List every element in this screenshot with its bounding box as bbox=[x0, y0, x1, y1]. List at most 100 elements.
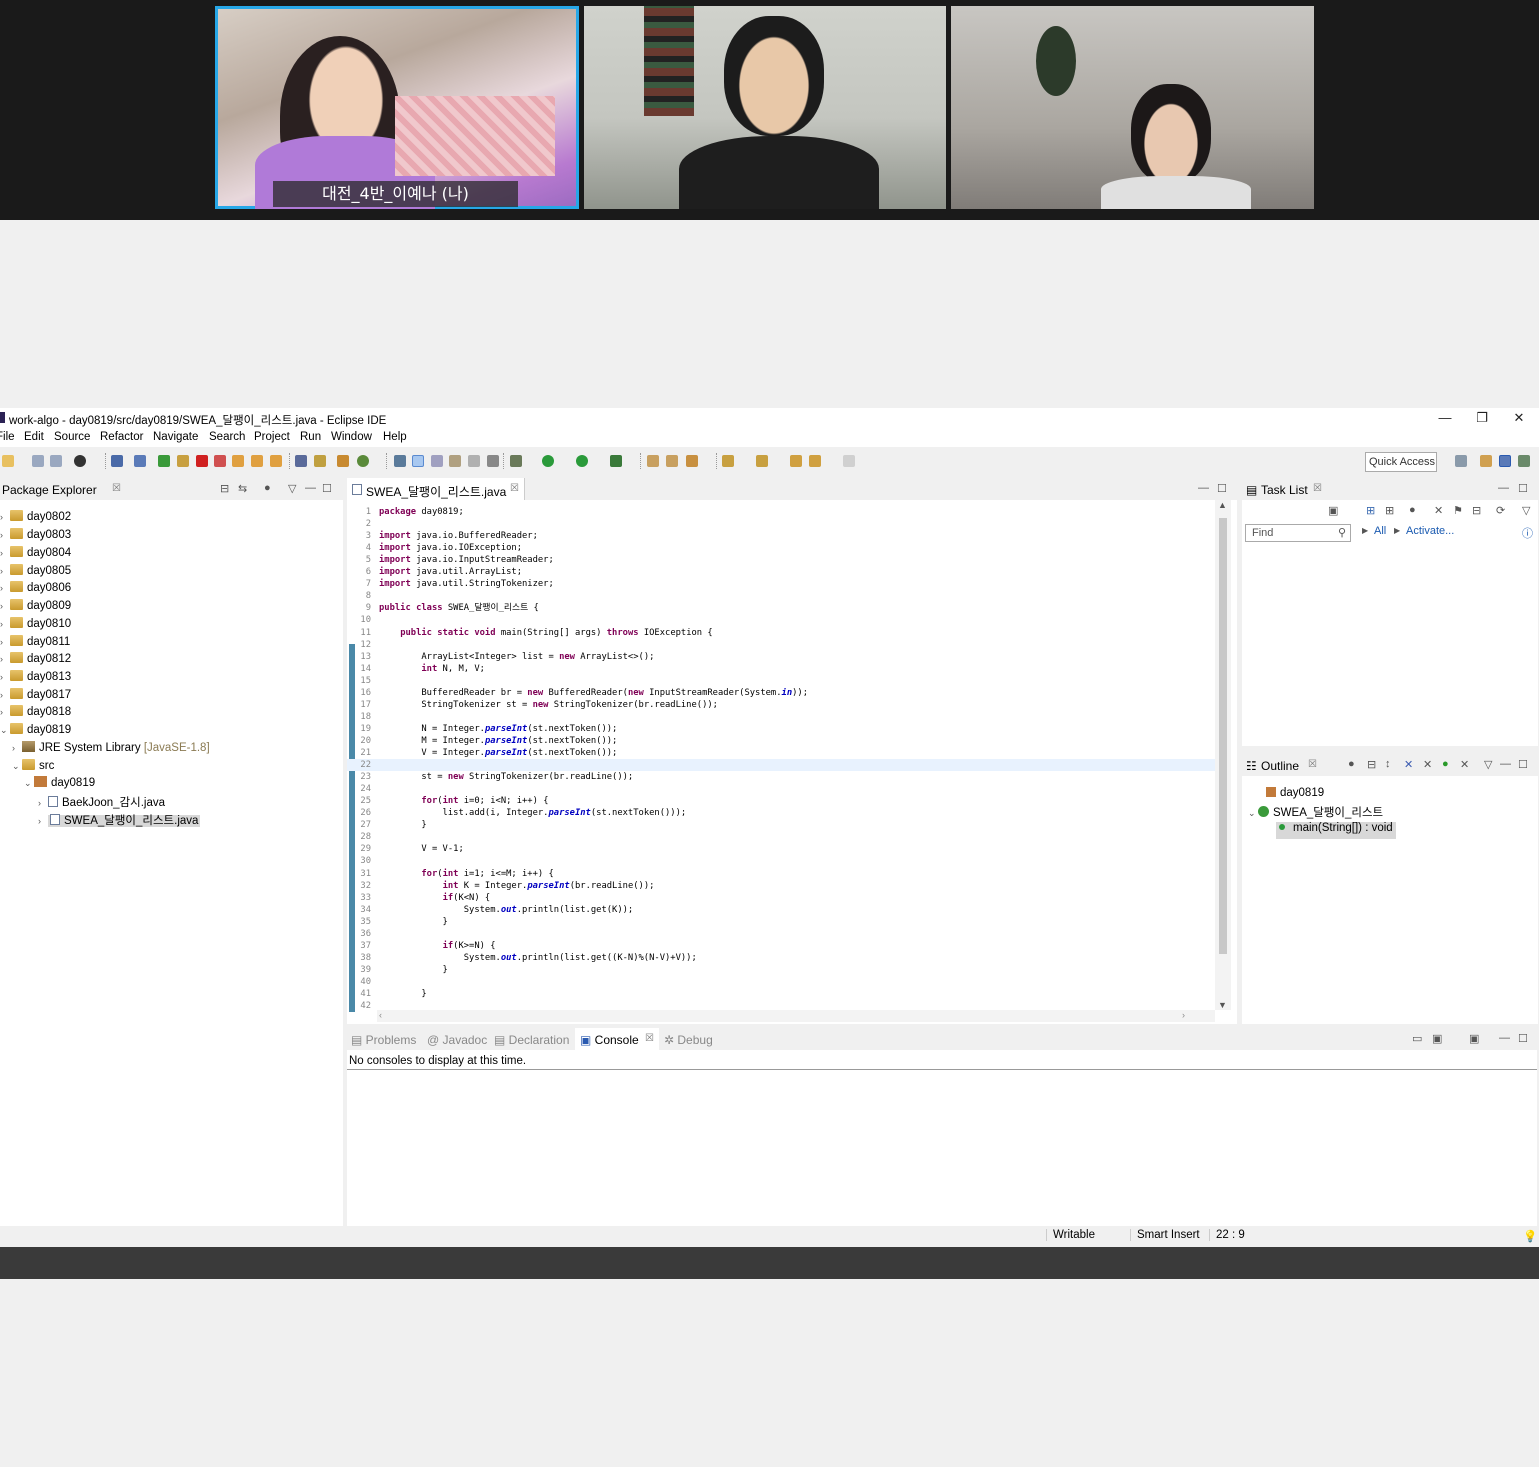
close-tab-icon[interactable]: ☒ bbox=[645, 1033, 654, 1044]
help-icon[interactable]: ⓘ bbox=[1522, 525, 1533, 541]
tree-item-jre[interactable]: › JRE System Library [JavaSE-1.8] bbox=[12, 741, 210, 758]
code-line[interactable]: 12 bbox=[347, 639, 1217, 651]
tree-item-project[interactable]: › day0811 bbox=[0, 635, 70, 652]
terminate-icon[interactable] bbox=[196, 455, 208, 467]
scroll-down-icon[interactable]: ▼ bbox=[1218, 1000, 1227, 1010]
expand-arrow-icon[interactable]: › bbox=[0, 601, 10, 611]
open-console-icon[interactable]: ▣ bbox=[1469, 1032, 1479, 1045]
open-task-icon[interactable] bbox=[666, 455, 678, 467]
collapse-all-icon[interactable]: ⊟ bbox=[1367, 758, 1376, 771]
minimize-view-icon[interactable]: — bbox=[1500, 758, 1511, 770]
use-step-filters-icon[interactable] bbox=[314, 455, 326, 467]
menu-window[interactable]: Window bbox=[331, 431, 372, 443]
code-line[interactable]: 3 import java.io.BufferedReader; bbox=[347, 530, 1217, 542]
code-line[interactable]: 11 public static void main(String[] args… bbox=[347, 627, 1217, 639]
code-line[interactable]: 5 import java.io.InputStreamReader; bbox=[347, 554, 1217, 566]
expand-arrow-icon[interactable]: › bbox=[0, 619, 10, 629]
java-ee-perspective-icon[interactable] bbox=[1480, 455, 1492, 467]
expand-arrow-icon[interactable]: › bbox=[0, 583, 10, 593]
expand-arrow-icon[interactable]: › bbox=[0, 512, 10, 522]
code-line[interactable]: 26 list.add(i, Integer.parseInt(st.nextT… bbox=[347, 807, 1217, 819]
code-line[interactable]: 30 bbox=[347, 855, 1217, 867]
new-task-icon[interactable]: ▣ bbox=[1328, 504, 1338, 517]
code-line[interactable]: 33 if(K<N) { bbox=[347, 892, 1217, 904]
expand-arrow-icon[interactable]: › bbox=[0, 548, 10, 558]
code-line[interactable]: 25 for(int i=0; i<N; i++) { bbox=[347, 795, 1217, 807]
video-tile-self[interactable]: 대전_4반_이예나 (나) bbox=[215, 6, 579, 209]
maximize-view-icon[interactable]: ☐ bbox=[322, 482, 332, 495]
show-whitespace-icon[interactable] bbox=[468, 455, 480, 467]
menu-help[interactable]: Help bbox=[383, 431, 407, 443]
step-into-icon[interactable] bbox=[232, 455, 244, 467]
outline-item-package[interactable]: day0819 bbox=[1266, 787, 1324, 804]
tree-item-package[interactable]: ⌄ day0819 bbox=[24, 776, 95, 793]
close-tab-icon[interactable]: ☒ bbox=[510, 483, 519, 494]
code-line[interactable]: 31 for(int i=1; i<=M; i++) { bbox=[347, 868, 1217, 880]
lightbulb-icon[interactable]: 💡 bbox=[1523, 1229, 1537, 1243]
code-line[interactable]: 28 bbox=[347, 831, 1217, 843]
menu-edit[interactable]: Edit bbox=[24, 431, 44, 443]
task-list-title[interactable]: Task List bbox=[1261, 483, 1308, 497]
code-line[interactable]: 29 V = V-1; bbox=[347, 843, 1217, 855]
new-java-package-icon[interactable] bbox=[337, 455, 349, 467]
hide-completed-icon[interactable]: ✕ bbox=[1434, 504, 1443, 517]
minimize-view-icon[interactable]: — bbox=[1198, 482, 1209, 494]
code-line[interactable]: 2 bbox=[347, 518, 1217, 530]
close-tab-icon[interactable]: ☒ bbox=[112, 483, 121, 494]
vertical-scrollbar[interactable]: ▲ ▼ bbox=[1215, 500, 1231, 1010]
code-line[interactable]: 40 bbox=[347, 976, 1217, 988]
close-tab-icon[interactable]: ☒ bbox=[1313, 483, 1322, 494]
categorized-icon[interactable]: ⊞ bbox=[1366, 504, 1375, 517]
tree-item-project[interactable]: › day0812 bbox=[0, 652, 71, 669]
new-java-class-icon[interactable] bbox=[357, 455, 369, 467]
scroll-right-icon[interactable]: › bbox=[1182, 1010, 1185, 1020]
code-line[interactable]: 20 M = Integer.parseInt(st.nextToken()); bbox=[347, 735, 1217, 747]
suspend-icon[interactable] bbox=[177, 455, 189, 467]
scroll-left-icon[interactable]: ‹ bbox=[379, 1010, 382, 1020]
menu-refactor[interactable]: Refactor bbox=[100, 431, 143, 443]
expand-arrow-icon[interactable]: › bbox=[0, 690, 10, 700]
code-line[interactable]: 16 BufferedReader br = new BufferedReade… bbox=[347, 687, 1217, 699]
scroll-thumb[interactable] bbox=[1219, 518, 1227, 954]
menu-navigate[interactable]: Navigate bbox=[153, 431, 198, 443]
collapse-all-icon[interactable]: ⊟ bbox=[220, 482, 229, 495]
debug-perspective-icon[interactable] bbox=[1518, 455, 1530, 467]
debug-icon[interactable] bbox=[510, 455, 522, 467]
close-tab-icon[interactable]: ☒ bbox=[1308, 759, 1317, 770]
step-over-icon[interactable] bbox=[251, 455, 263, 467]
code-line[interactable]: 9 public class SWEA_달팽이_리스트 { bbox=[347, 602, 1217, 614]
java-perspective-icon[interactable] bbox=[1499, 455, 1511, 467]
code-line[interactable]: 8 bbox=[347, 590, 1217, 602]
drop-to-frame-icon[interactable] bbox=[295, 455, 307, 467]
video-tile-participant-2[interactable] bbox=[584, 6, 946, 209]
code-line[interactable]: 7 import java.util.StringTokenizer; bbox=[347, 578, 1217, 590]
code-line[interactable]: 21 V = Integer.parseInt(st.nextToken()); bbox=[347, 747, 1217, 759]
terminal-icon[interactable] bbox=[111, 455, 123, 467]
outline-title[interactable]: Outline bbox=[1261, 759, 1299, 773]
open-folder-icon[interactable] bbox=[647, 455, 659, 467]
hide-static-icon[interactable]: ✕ bbox=[1423, 758, 1432, 771]
code-line[interactable]: 34 System.out.println(list.get(K)); bbox=[347, 904, 1217, 916]
task-find-input[interactable]: Find ⚲ bbox=[1245, 524, 1351, 542]
view-menu-icon[interactable]: ▽ bbox=[1484, 758, 1492, 771]
disconnect-icon[interactable] bbox=[214, 455, 226, 467]
code-line[interactable]: 4 import java.io.IOException; bbox=[347, 542, 1217, 554]
step-return-icon[interactable] bbox=[270, 455, 282, 467]
expand-arrow-icon[interactable]: › bbox=[0, 654, 10, 664]
problems-tab[interactable]: ▤ Problems bbox=[351, 1033, 416, 1047]
tree-item-project[interactable]: ⌄ day0819 bbox=[0, 723, 71, 740]
menu-project[interactable]: Project bbox=[254, 431, 290, 443]
new-icon[interactable] bbox=[2, 455, 14, 467]
code-line[interactable]: 13 ArrayList<Integer> list = new ArrayLi… bbox=[347, 651, 1217, 663]
run-icon[interactable] bbox=[542, 455, 554, 467]
back-icon[interactable] bbox=[809, 455, 821, 467]
package-explorer-title[interactable]: Package Explorer bbox=[2, 483, 97, 497]
code-line[interactable]: 18 bbox=[347, 711, 1217, 723]
pin-console-icon[interactable]: ▭ bbox=[1412, 1032, 1422, 1045]
tree-item-project[interactable]: › day0809 bbox=[0, 599, 71, 616]
outline-item-method[interactable]: main(String[]) : void bbox=[1276, 822, 1396, 839]
console-tab[interactable]: ▣ Console bbox=[580, 1033, 639, 1047]
search-icon[interactable] bbox=[686, 455, 698, 467]
tree-item-project[interactable]: › day0805 bbox=[0, 564, 71, 581]
tree-item-project[interactable]: › day0804 bbox=[0, 546, 71, 563]
